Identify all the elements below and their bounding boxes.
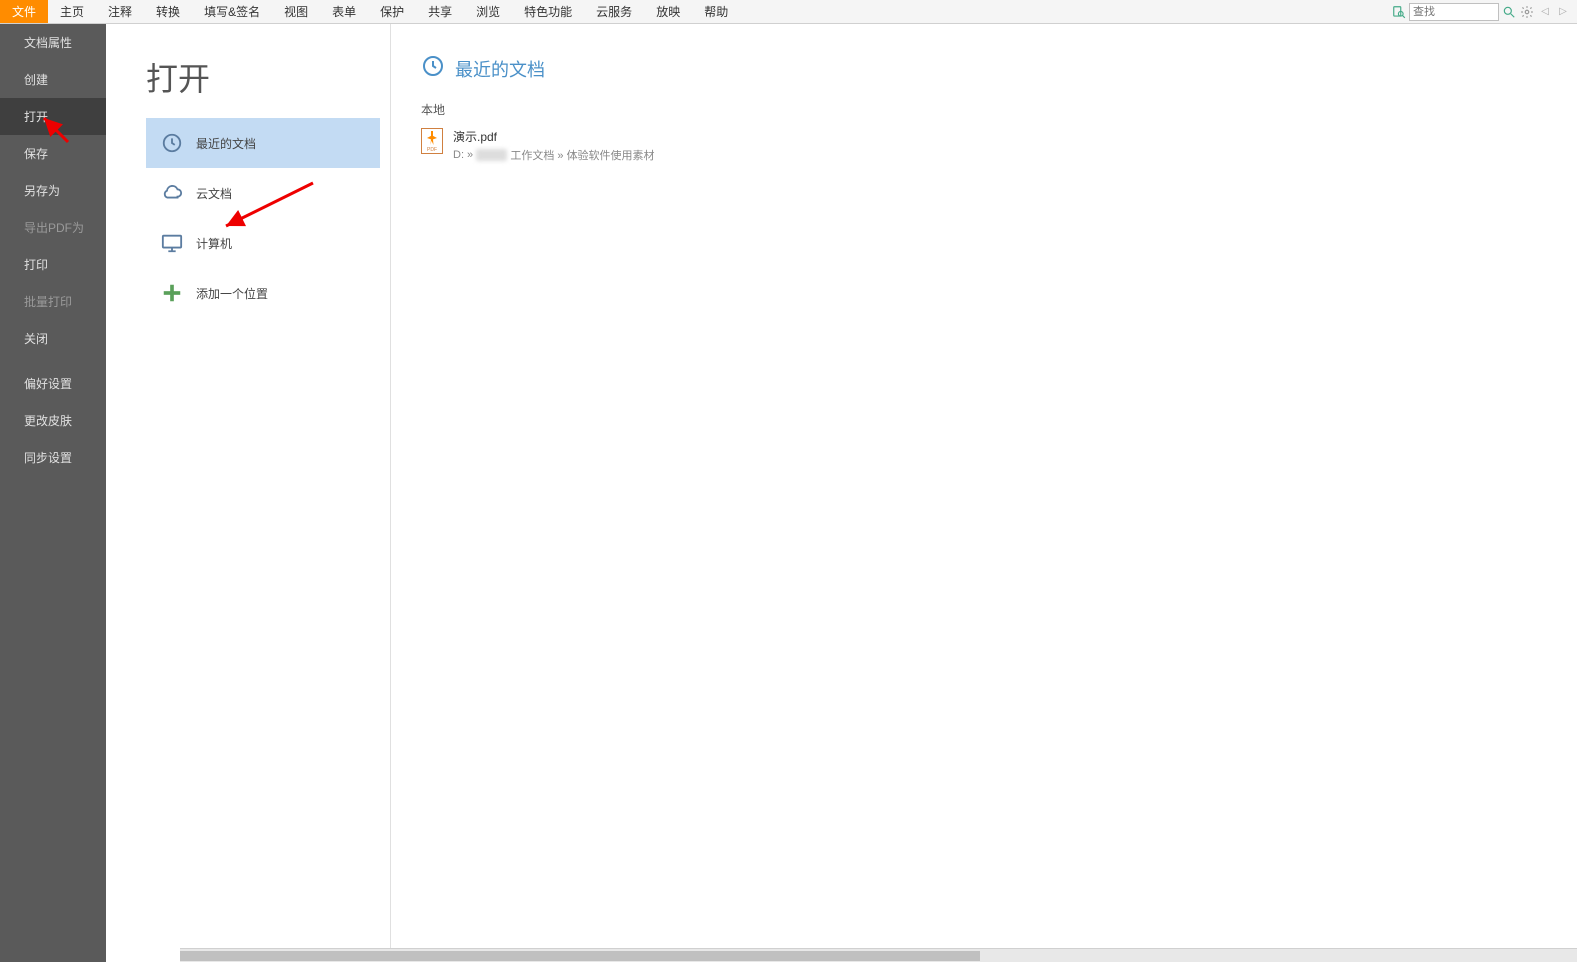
sidebar-item-save-as[interactable]: 另存为 [0, 172, 106, 209]
search-container: ◁ ▷ [1391, 0, 1577, 23]
sidebar-item-doc-properties[interactable]: 文档属性 [0, 24, 106, 61]
location-cloud[interactable]: 云文档 [146, 168, 380, 218]
search-icon[interactable] [1501, 4, 1517, 20]
menu-tab-special[interactable]: 特色功能 [512, 0, 584, 23]
location-label: 添加一个位置 [196, 285, 268, 302]
sidebar-item-close[interactable]: 关闭 [0, 320, 106, 357]
clock-icon [421, 54, 445, 83]
menu-tab-view[interactable]: 视图 [272, 0, 320, 23]
file-path: D: » ████ 工作文档 » 体验软件使用素材 [453, 147, 655, 163]
location-computer[interactable]: 计算机 [146, 218, 380, 268]
menu-tab-home[interactable]: 主页 [48, 0, 96, 23]
sidebar-item-preferences[interactable]: 偏好设置 [0, 365, 106, 402]
recent-header-label: 最近的文档 [455, 56, 545, 82]
menu-tab-protect[interactable]: 保护 [368, 0, 416, 23]
menu-tab-convert[interactable]: 转换 [144, 0, 192, 23]
menu-tab-form[interactable]: 表单 [320, 0, 368, 23]
clock-icon [160, 131, 184, 155]
search-input[interactable] [1409, 3, 1499, 21]
location-label: 最近的文档 [196, 135, 256, 152]
menu-tab-file[interactable]: 文件 [0, 0, 48, 23]
file-sidebar: 文档属性 创建 打开 保存 另存为 导出PDF为 打印 批量打印 关闭 偏好设置… [0, 24, 106, 962]
sidebar-item-create[interactable]: 创建 [0, 61, 106, 98]
menu-tab-fill-sign[interactable]: 填写&签名 [192, 0, 272, 23]
sidebar-item-skin[interactable]: 更改皮肤 [0, 402, 106, 439]
sidebar-item-sync-settings[interactable]: 同步设置 [0, 439, 106, 476]
sidebar-item-batch-print: 批量打印 [0, 283, 106, 320]
plus-icon [160, 281, 184, 305]
recent-files-column: 最近的文档 本地 演示.pdf D: » ████ 工作文档 » 体验软件使用素… [391, 24, 1577, 962]
sidebar-item-open[interactable]: 打开 [0, 98, 106, 135]
location-recent[interactable]: 最近的文档 [146, 118, 380, 168]
recent-header: 最近的文档 [421, 54, 1577, 83]
menu-tab-browse[interactable]: 浏览 [464, 0, 512, 23]
main-area: 打开 最近的文档 云文档 计算机 [106, 24, 1577, 962]
pdf-file-icon [421, 128, 443, 154]
find-page-icon[interactable] [1391, 4, 1407, 20]
location-label: 计算机 [196, 235, 232, 252]
menu-tab-share[interactable]: 共享 [416, 0, 464, 23]
file-name: 演示.pdf [453, 128, 655, 145]
monitor-icon [160, 231, 184, 255]
location-add[interactable]: 添加一个位置 [146, 268, 380, 318]
gear-icon[interactable] [1519, 4, 1535, 20]
horizontal-scrollbar[interactable] [180, 948, 1577, 962]
menu-tab-help[interactable]: 帮助 [692, 0, 740, 23]
menu-tab-comment[interactable]: 注释 [96, 0, 144, 23]
menu-tab-cloud[interactable]: 云服务 [584, 0, 644, 23]
menubar: 文件 主页 注释 转换 填写&签名 视图 表单 保护 共享 浏览 特色功能 云服… [0, 0, 1577, 24]
recent-file-item[interactable]: 演示.pdf D: » ████ 工作文档 » 体验软件使用素材 [421, 124, 1577, 167]
nav-prev-icon[interactable]: ◁ [1537, 4, 1553, 20]
sidebar-item-save[interactable]: 保存 [0, 135, 106, 172]
open-locations-column: 打开 最近的文档 云文档 计算机 [106, 24, 391, 962]
page-title: 打开 [106, 54, 390, 118]
nav-next-icon[interactable]: ▷ [1555, 4, 1571, 20]
section-local-label: 本地 [421, 101, 1577, 118]
cloud-icon [160, 181, 184, 205]
menu-tab-slideshow[interactable]: 放映 [644, 0, 692, 23]
location-label: 云文档 [196, 185, 232, 202]
sidebar-item-export-pdf: 导出PDF为 [0, 209, 106, 246]
sidebar-item-print[interactable]: 打印 [0, 246, 106, 283]
